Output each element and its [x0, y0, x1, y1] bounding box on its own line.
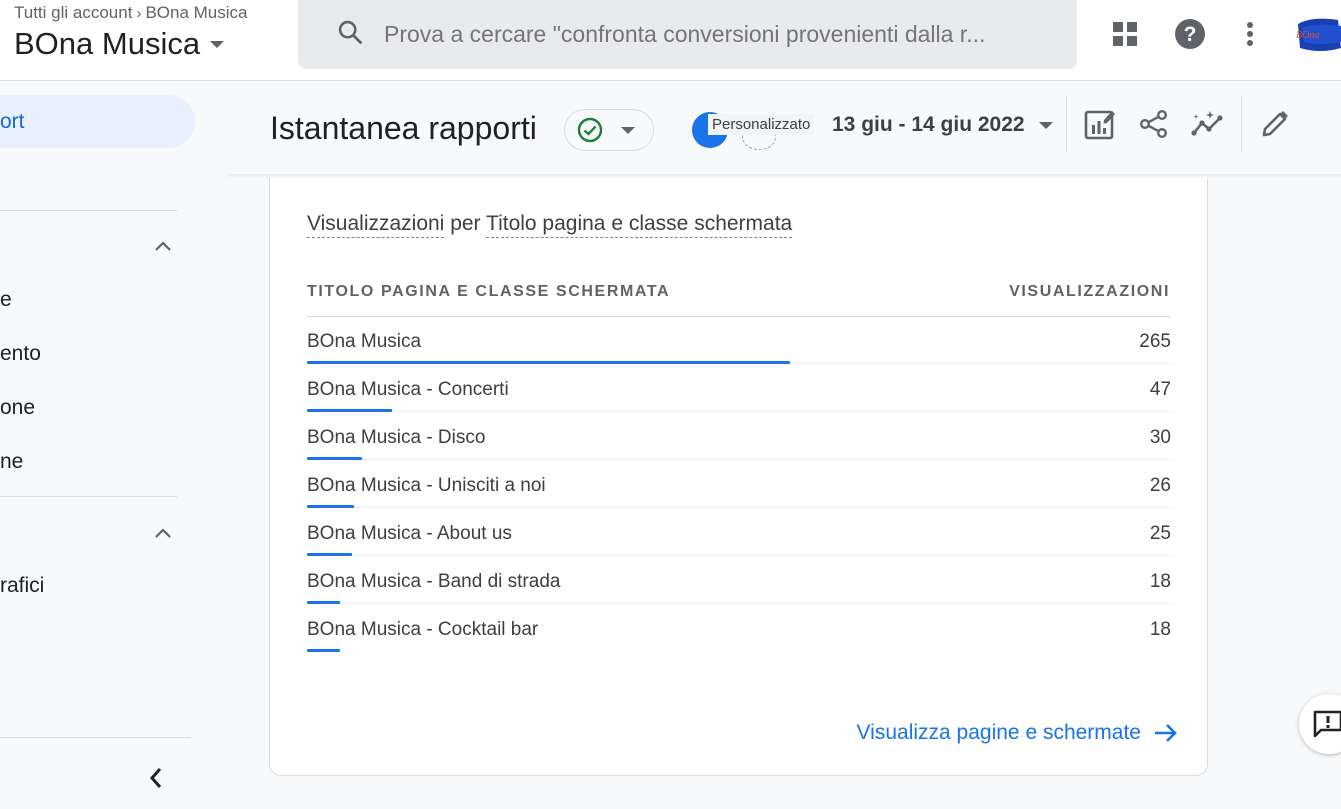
row-divider — [307, 555, 1171, 556]
date-preset-label: Personalizzato — [708, 114, 815, 135]
table-row[interactable]: BOna Musica - Band di strada 18 — [307, 557, 1171, 605]
card-title-connector: per — [444, 212, 487, 235]
breadcrumb-account[interactable]: BOna Musica — [145, 3, 247, 23]
search-icon — [336, 18, 364, 51]
report-status-dropdown[interactable] — [564, 109, 654, 151]
breadcrumb-all-accounts[interactable]: Tutti gli account — [14, 3, 132, 23]
date-range-text: 13 giu - 14 giu 2022 — [832, 113, 1025, 136]
feedback-icon — [1313, 710, 1341, 738]
edit-report-button[interactable] — [1255, 104, 1295, 144]
insights-button[interactable] — [1188, 104, 1228, 144]
sidebar-divider — [0, 210, 177, 211]
search-bar[interactable] — [298, 0, 1077, 69]
check-circle-icon — [577, 117, 603, 143]
row-label: BOna Musica - Cocktail bar — [307, 619, 539, 640]
row-label: BOna Musica - About us — [307, 523, 512, 544]
table-row[interactable]: BOna Musica 265 — [307, 317, 1171, 365]
row-value: 18 — [1149, 571, 1171, 592]
toolbar-divider — [1066, 96, 1067, 152]
row-share-bar — [307, 505, 354, 508]
row-value: 47 — [1149, 379, 1171, 400]
table-row[interactable]: BOna Musica - Unisciti a noi 26 — [307, 461, 1171, 509]
sidebar: ort e ento one ne rafici — [0, 82, 200, 809]
chevron-left-icon — [149, 768, 162, 788]
edit-chart-icon — [1084, 110, 1115, 140]
sidebar-item-reports-snapshot[interactable]: ort — [0, 95, 195, 148]
row-value: 18 — [1149, 619, 1171, 640]
sidebar-item[interactable]: one — [0, 396, 35, 420]
date-range-value: 13 giu - 14 giu 2022 — [832, 113, 1053, 137]
metric-selector[interactable]: Visualizzazioni — [307, 212, 445, 238]
sidebar-divider — [0, 496, 177, 497]
toolbar-divider — [1241, 96, 1242, 152]
row-value: 30 — [1149, 427, 1171, 448]
row-share-bar — [307, 601, 340, 604]
arrow-right-icon — [1155, 724, 1177, 742]
row-label: BOna Musica — [307, 331, 422, 352]
row-share-bar — [307, 361, 790, 364]
column-header-metric: VISUALIZZAZIONI — [1009, 283, 1170, 300]
breadcrumb: Tutti gli account › BOna Musica — [14, 3, 247, 23]
sidebar-item[interactable]: ento — [0, 342, 41, 366]
insights-icon — [1191, 111, 1223, 136]
table-row[interactable]: BOna Musica - About us 25 — [307, 509, 1171, 557]
share-icon — [1140, 110, 1168, 139]
property-selector[interactable]: BOna Musica — [14, 26, 225, 62]
row-share-bar — [307, 457, 362, 460]
top-app-bar: Tutti gli account › BOna Musica BOna Mus… — [0, 0, 1341, 81]
row-share-bar — [307, 409, 392, 412]
search-input[interactable] — [384, 21, 1074, 48]
row-divider — [307, 603, 1171, 604]
collapse-sidebar-button[interactable] — [140, 762, 172, 794]
svg-text:?: ? — [1184, 23, 1197, 46]
pages-screens-card: Visualizzazioni per Titolo pagina e clas… — [269, 178, 1208, 776]
view-pages-and-screens-link[interactable]: Visualizza pagine e schermate — [857, 721, 1179, 745]
dropdown-arrow-icon — [621, 126, 635, 134]
table-row[interactable]: BOna Musica - Concerti 47 — [307, 365, 1171, 413]
card-title: Visualizzazioni per Titolo pagina e clas… — [307, 212, 793, 238]
dimension-selector[interactable]: Titolo pagina e classe schermata — [486, 212, 793, 238]
svg-text:BOna: BOna — [1296, 30, 1319, 41]
chevron-up-icon[interactable] — [154, 527, 172, 539]
table-row[interactable]: BOna Musica - Disco 30 — [307, 413, 1171, 461]
sidebar-item[interactable]: ne — [0, 450, 23, 474]
dropdown-arrow-icon — [1038, 121, 1053, 129]
sidebar-item[interactable]: rafici — [0, 574, 44, 598]
share-button[interactable] — [1134, 104, 1174, 144]
pencil-icon — [1262, 111, 1288, 137]
chevron-up-icon[interactable] — [154, 240, 172, 252]
row-value: 26 — [1149, 475, 1171, 496]
sidebar-divider — [0, 737, 191, 738]
row-label: BOna Musica - Unisciti a noi — [307, 475, 546, 496]
row-divider — [307, 459, 1171, 460]
table-row[interactable]: BOna Musica - Cocktail bar 18 — [307, 605, 1171, 653]
property-name: BOna Musica — [14, 26, 201, 61]
page-title: Istantanea rapporti — [270, 110, 537, 146]
link-label: Visualizza pagine e schermate — [856, 721, 1141, 744]
apps-grid-icon[interactable] — [1105, 14, 1145, 54]
row-divider — [307, 411, 1171, 412]
row-value: 25 — [1149, 523, 1171, 544]
account-avatar[interactable]: BOna — [1292, 14, 1341, 54]
row-divider — [307, 507, 1171, 508]
column-header-dimension: TITOLO PAGINA E CLASSE SCHERMATA — [307, 283, 671, 300]
sidebar-item-label: ort — [0, 109, 25, 133]
row-value: 265 — [1139, 331, 1171, 352]
row-share-bar — [307, 649, 340, 652]
row-share-bar — [307, 553, 352, 556]
dropdown-arrow-icon — [210, 40, 225, 48]
customize-report-button[interactable] — [1080, 104, 1120, 144]
row-label: BOna Musica - Band di strada — [307, 571, 561, 592]
row-label: BOna Musica - Disco — [307, 427, 486, 448]
chevron-right-icon: › — [136, 4, 142, 22]
row-label: BOna Musica - Concerti — [307, 379, 509, 400]
help-icon[interactable]: ? — [1170, 14, 1210, 54]
send-feedback-button[interactable] — [1299, 694, 1341, 754]
sidebar-item[interactable]: e — [0, 288, 12, 312]
more-vert-icon[interactable] — [1230, 14, 1270, 54]
